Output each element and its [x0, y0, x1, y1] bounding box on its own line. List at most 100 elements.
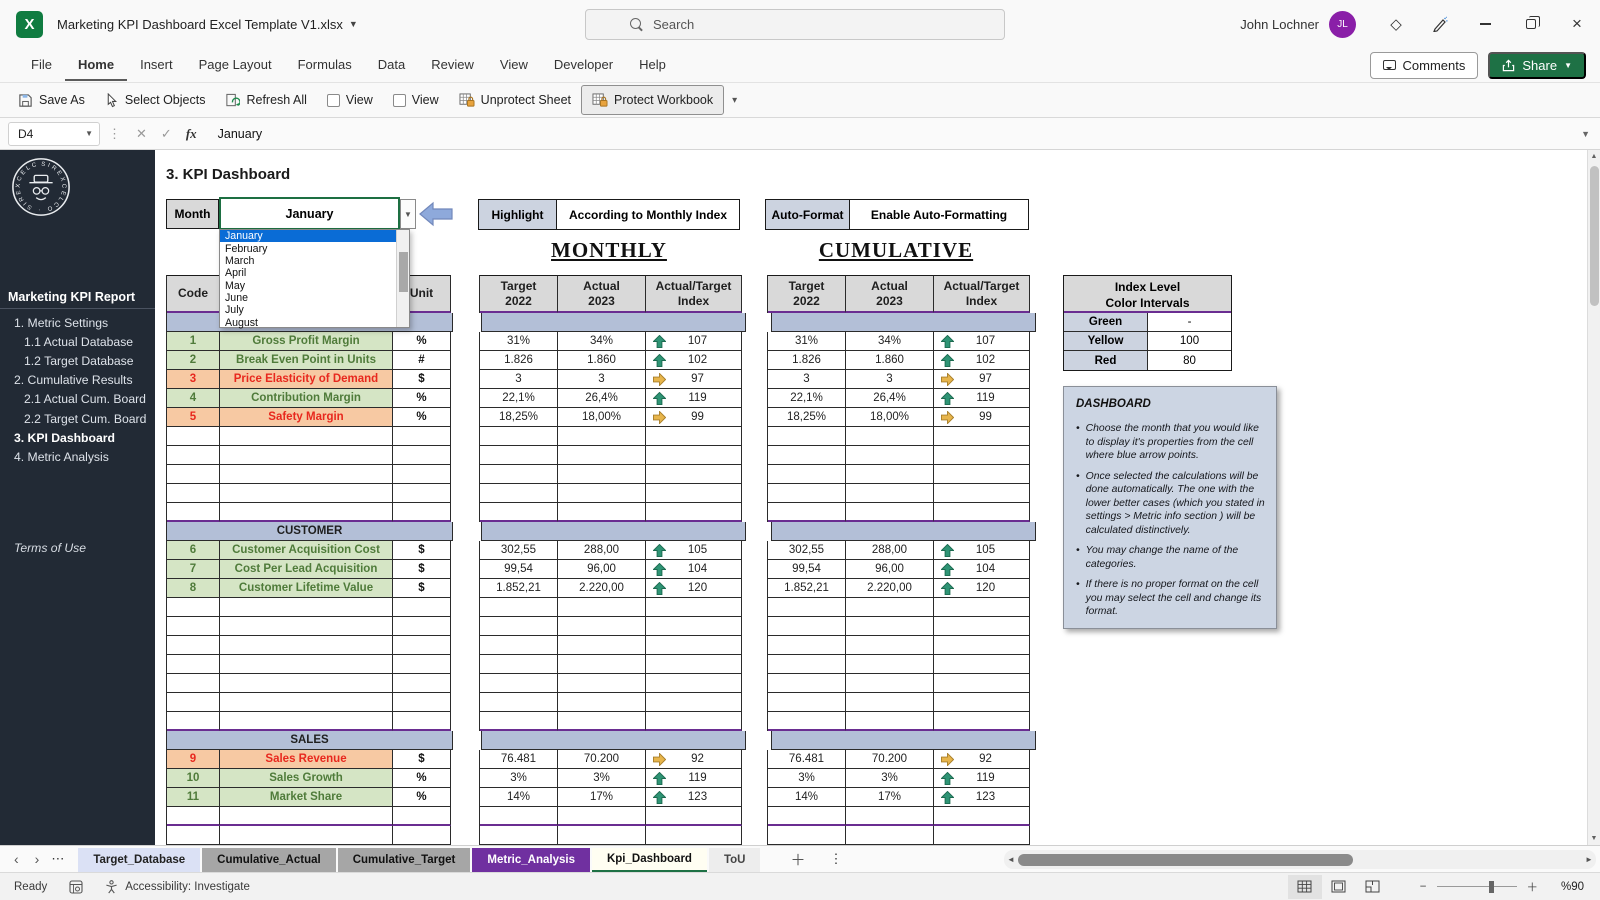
- kpi-name-cell[interactable]: Market Share: [220, 788, 393, 807]
- cumulative-empty-index-cell[interactable]: [934, 712, 1030, 731]
- monthly-target-cell[interactable]: 99,54: [480, 560, 558, 579]
- new-sheet-button[interactable]: ＋: [762, 846, 829, 872]
- kpi-unit-cell[interactable]: $: [393, 579, 451, 598]
- monthly-empty-actual-cell[interactable]: [558, 484, 646, 503]
- cumulative-actual-cell[interactable]: 3: [846, 370, 934, 389]
- scroll-right-icon[interactable]: ►: [1582, 850, 1596, 869]
- empty-cell[interactable]: [393, 598, 451, 617]
- cumulative-index-cell[interactable]: 97: [934, 370, 1030, 389]
- page-break-view-button[interactable]: [1356, 875, 1390, 899]
- monthly-empty-target-cell[interactable]: [480, 712, 558, 731]
- cumulative-empty-actual-cell[interactable]: [846, 655, 934, 674]
- next-sheet-arrow[interactable]: ›: [35, 851, 40, 867]
- empty-cell[interactable]: [393, 446, 451, 465]
- empty-cell[interactable]: [167, 598, 220, 617]
- monthly-empty-index-cell[interactable]: [646, 636, 742, 655]
- accessibility-status[interactable]: Accessibility: Investigate: [105, 879, 250, 894]
- monthly-target-cell[interactable]: 1.852,21: [480, 579, 558, 598]
- kpi-code-cell[interactable]: 1: [167, 332, 220, 351]
- ribbon-tab-data[interactable]: Data: [365, 50, 418, 81]
- avatar[interactable]: JL: [1329, 10, 1356, 38]
- kpi-code-cell[interactable]: 4: [167, 389, 220, 408]
- monthly-empty-actual-cell[interactable]: [558, 693, 646, 712]
- month-option-may[interactable]: May: [220, 279, 409, 292]
- cumulative-empty-target-cell[interactable]: [768, 617, 846, 636]
- monthly-empty-index-cell[interactable]: [646, 693, 742, 712]
- monthly-empty-index-cell[interactable]: [646, 427, 742, 446]
- kpi-code-cell[interactable]: 5: [167, 408, 220, 427]
- cumulative-empty-target-cell[interactable]: [768, 693, 846, 712]
- scroll-left-icon[interactable]: ◄: [1004, 850, 1018, 869]
- month-option-march[interactable]: March: [220, 255, 409, 267]
- empty-cell[interactable]: [167, 674, 220, 693]
- monthly-empty-index-cell[interactable]: [646, 617, 742, 636]
- empty-cell[interactable]: [220, 807, 393, 826]
- restore-button[interactable]: [1508, 0, 1554, 48]
- monthly-actual-cell[interactable]: 2.220,00: [558, 579, 646, 598]
- monthly-empty-target-cell[interactable]: [480, 807, 558, 826]
- cumulative-empty-target-cell[interactable]: [768, 826, 846, 845]
- cumulative-index-cell[interactable]: 123: [934, 788, 1030, 807]
- monthly-empty-index-cell[interactable]: [646, 655, 742, 674]
- monthly-empty-target-cell[interactable]: [480, 427, 558, 446]
- cumulative-target-cell[interactable]: 3: [768, 370, 846, 389]
- cumulative-index-cell[interactable]: 119: [934, 769, 1030, 788]
- select-objects-button[interactable]: Select Objects: [95, 85, 216, 115]
- kpi-code-cell[interactable]: 3: [167, 370, 220, 389]
- kpi-unit-cell[interactable]: $: [393, 560, 451, 579]
- toolbar-overflow-chevron[interactable]: ▾: [732, 95, 737, 106]
- cumulative-index-cell[interactable]: 107: [934, 332, 1030, 351]
- kpi-name-cell[interactable]: Customer Acquisition Cost: [220, 541, 393, 560]
- monthly-target-cell[interactable]: 31%: [480, 332, 558, 351]
- document-title[interactable]: Marketing KPI Dashboard Excel Template V…: [57, 17, 358, 32]
- monthly-empty-actual-cell[interactable]: [558, 503, 646, 522]
- monthly-actual-cell[interactable]: 96,00: [558, 560, 646, 579]
- cumulative-empty-actual-cell[interactable]: [846, 598, 934, 617]
- macro-record-button[interactable]: [69, 879, 83, 894]
- protect-workbook-button[interactable]: Protect Workbook: [581, 85, 725, 115]
- monthly-empty-index-cell[interactable]: [646, 807, 742, 826]
- monthly-empty-actual-cell[interactable]: [558, 826, 646, 845]
- sidebar-item-2-cumulative-results[interactable]: 2. Cumulative Results: [0, 371, 155, 390]
- monthly-empty-target-cell[interactable]: [480, 674, 558, 693]
- sidebar-item-4-metric-analysis[interactable]: 4. Metric Analysis: [0, 447, 155, 466]
- kpi-name-cell[interactable]: Contribution Margin: [220, 389, 393, 408]
- cumulative-target-cell[interactable]: 31%: [768, 332, 846, 351]
- cumulative-index-cell[interactable]: 99: [934, 408, 1030, 427]
- cumulative-empty-index-cell[interactable]: [934, 674, 1030, 693]
- month-option-february[interactable]: February: [220, 242, 409, 255]
- unprotect-sheet-button[interactable]: Unprotect Sheet: [449, 85, 581, 115]
- sidebar-item-3-kpi-dashboard[interactable]: 3. KPI Dashboard: [0, 428, 155, 447]
- cumulative-actual-cell[interactable]: 18,00%: [846, 408, 934, 427]
- monthly-empty-target-cell[interactable]: [480, 446, 558, 465]
- cumulative-actual-cell[interactable]: 70.200: [846, 750, 934, 769]
- monthly-empty-actual-cell[interactable]: [558, 655, 646, 674]
- empty-cell[interactable]: [167, 427, 220, 446]
- empty-cell[interactable]: [220, 693, 393, 712]
- cumulative-empty-actual-cell[interactable]: [846, 807, 934, 826]
- empty-cell[interactable]: [167, 484, 220, 503]
- kpi-code-cell[interactable]: 6: [167, 541, 220, 560]
- cumulative-index-cell[interactable]: 102: [934, 351, 1030, 370]
- kpi-name-cell[interactable]: Cost Per Lead Acquisition: [220, 560, 393, 579]
- cumulative-empty-target-cell[interactable]: [768, 484, 846, 503]
- sidebar-item-2-2-target-cum-board[interactable]: 2.2 Target Cum. Board: [0, 409, 155, 428]
- monthly-empty-actual-cell[interactable]: [558, 807, 646, 826]
- monthly-actual-cell[interactable]: 34%: [558, 332, 646, 351]
- view-checkbox-2[interactable]: View: [383, 85, 449, 115]
- monthly-empty-target-cell[interactable]: [480, 598, 558, 617]
- empty-cell[interactable]: [167, 636, 220, 655]
- kpi-name-cell[interactable]: Price Elasticity of Demand: [220, 370, 393, 389]
- page-layout-view-button[interactable]: [1322, 875, 1356, 899]
- empty-cell[interactable]: [393, 655, 451, 674]
- monthly-actual-cell[interactable]: 1.860: [558, 351, 646, 370]
- empty-cell[interactable]: [167, 826, 220, 845]
- monthly-target-cell[interactable]: 302,55: [480, 541, 558, 560]
- cumulative-actual-cell[interactable]: 2.220,00: [846, 579, 934, 598]
- monthly-target-cell[interactable]: 18,25%: [480, 408, 558, 427]
- monthly-target-cell[interactable]: 14%: [480, 788, 558, 807]
- kpi-name-cell[interactable]: Break Even Point in Units: [220, 351, 393, 370]
- cumulative-empty-target-cell[interactable]: [768, 674, 846, 693]
- cumulative-empty-target-cell[interactable]: [768, 598, 846, 617]
- monthly-empty-index-cell[interactable]: [646, 465, 742, 484]
